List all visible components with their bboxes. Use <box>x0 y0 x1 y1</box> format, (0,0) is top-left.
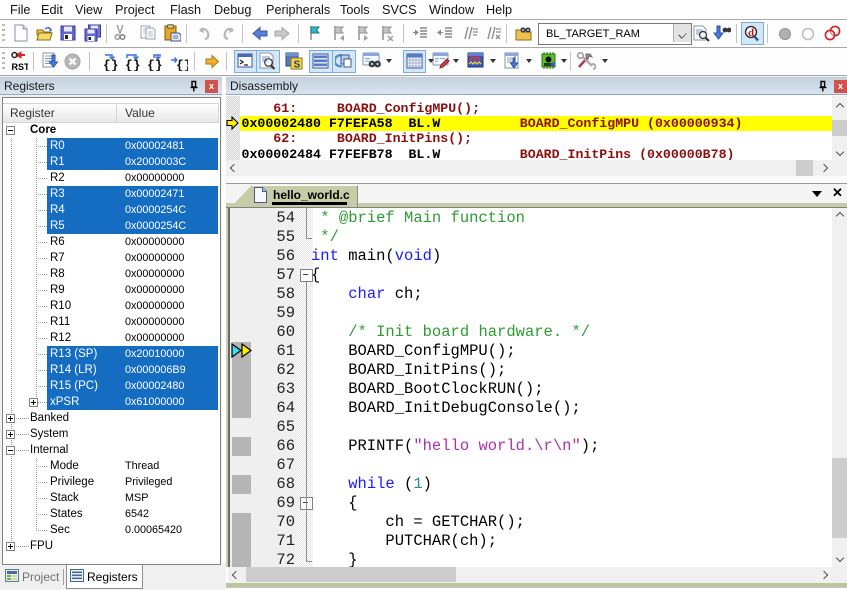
svg-text:{}: {} <box>125 58 141 71</box>
svg-text:S: S <box>294 60 301 71</box>
svg-text:{}: {} <box>176 58 188 71</box>
svg-text:{}: {} <box>147 58 163 71</box>
svg-text:d: d <box>748 27 754 39</box>
svg-text:{}: {} <box>103 58 118 71</box>
svg-text:RST: RST <box>12 62 29 72</box>
